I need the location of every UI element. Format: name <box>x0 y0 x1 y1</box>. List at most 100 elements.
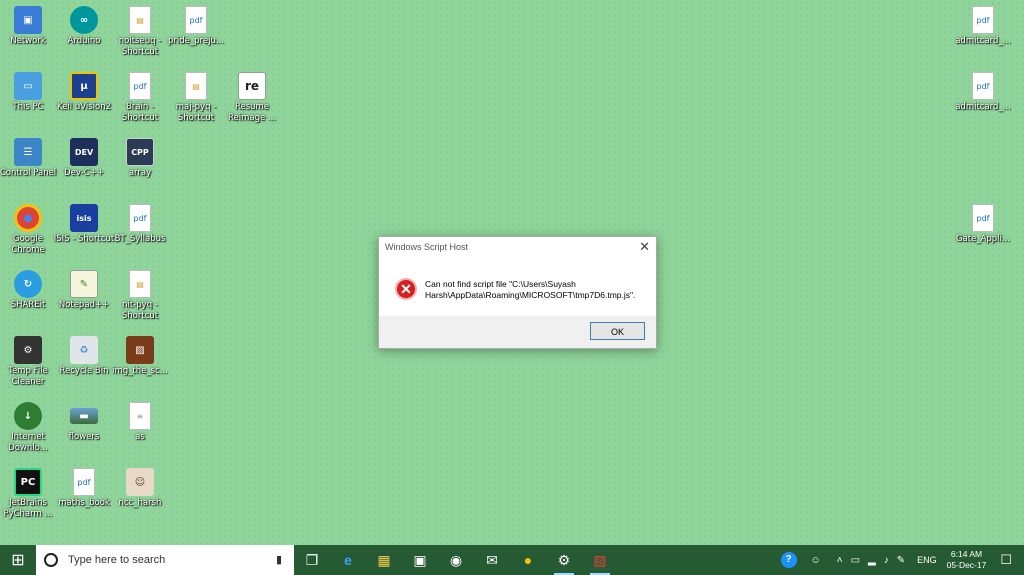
start-button[interactable]: ⊞ <box>0 545 36 575</box>
microphone-icon[interactable]: ▮ <box>276 553 282 566</box>
pdf-file-icon: pdf <box>972 6 994 34</box>
text-file-icon: ≡ <box>129 402 151 430</box>
taskbar-app-file-explorer[interactable]: ▦ <box>366 545 402 575</box>
desktop-icon-pride-prejudice[interactable]: pdf pride_preju... <box>165 6 227 47</box>
dialog-body: ✕ Can not find script file "C:\Users\Suy… <box>379 259 656 317</box>
task-view-button[interactable]: ❐ <box>294 545 330 575</box>
dialog-message: Can not find script file "C:\Users\Suyas… <box>425 279 636 300</box>
desktop-icon-temp-file-cleaner[interactable]: ⚙ Temp File Cleaner <box>0 336 59 388</box>
desktop-icon-internet-download-manager[interactable]: ↓ Internet Downlo... <box>0 402 59 454</box>
script-host-icon: ▧ <box>593 551 607 568</box>
notepad-plus-plus-icon: ✎ <box>70 270 98 298</box>
clock-date: 05-Dec-17 <box>946 560 987 570</box>
system-tray: ? ☺ ˄ ▭ ▂ ♪ ✎ ENG 6:14 AM 05-Dec-17 ☐ <box>777 545 1024 575</box>
desktop-icon-google-chrome[interactable]: ● Google Chrome <box>0 204 59 256</box>
taskbar-app-settings[interactable]: ⚙ <box>546 545 582 575</box>
desktop-icon-label: Dev-C++ <box>64 168 104 178</box>
clock[interactable]: 6:14 AM 05-Dec-17 <box>947 549 987 571</box>
desktop-icon-label: Google Chrome <box>11 234 45 255</box>
desktop-icon-label: noitseuq - Shortcut <box>118 36 162 57</box>
desktop-icon-notepad-plus-plus[interactable]: ✎ Notepad++ <box>53 270 115 311</box>
desktop-icon-label: SHAREit <box>10 300 46 310</box>
close-icon[interactable]: ✕ <box>639 239 650 255</box>
folder-shortcut-icon: ▤ <box>185 72 207 100</box>
desktop-icon-label: Control Panel <box>0 168 57 178</box>
dev-cpp-icon: DEV <box>70 138 98 166</box>
desktop-icon-label: pride_preju... <box>168 36 224 46</box>
taskbar: ⊞ Type here to search ▮ ❐ e ▦ ▣ ◉ ✉ ● ⚙ … <box>0 545 1024 575</box>
desktop-icon-isis[interactable]: isis ISIS - Shortcut <box>53 204 115 245</box>
pdf-file-icon: pdf <box>129 204 151 232</box>
desktop-icon-dev-cpp[interactable]: DEV Dev-C++ <box>53 138 115 179</box>
taskbar-app-mail[interactable]: ✉ <box>474 545 510 575</box>
battery-icon[interactable]: ▭ <box>851 555 860 566</box>
desktop-icon-label: maths_book <box>58 498 110 508</box>
taskbar-app-edge[interactable]: e <box>330 545 366 575</box>
desktop-icon-control-panel[interactable]: ☰ Control Panel <box>0 138 59 179</box>
desktop-icon-array[interactable]: CPP array <box>109 138 171 179</box>
desktop-icon-label: admitcard_... <box>955 36 1011 46</box>
desktop-icon-label: Internet Downlo... <box>8 432 48 453</box>
reimage-icon: re <box>238 72 266 100</box>
pycharm-icon: PC <box>14 468 42 496</box>
desktop-icon-noitseuq-shortcut[interactable]: ▤ noitseuq - Shortcut <box>109 6 171 58</box>
dialog-footer: OK <box>379 316 656 348</box>
desktop-icon-arduino[interactable]: ∞ Arduino <box>53 6 115 47</box>
notification-icon[interactable]: ☐ <box>1000 552 1012 568</box>
people-icon[interactable]: ☺ <box>811 555 821 566</box>
language-indicator[interactable]: ENG <box>917 555 937 565</box>
recycle-bin-icon: ♻ <box>70 336 98 364</box>
desktop-icon-this-pc[interactable]: ▭ This PC <box>0 72 59 113</box>
desktop-icon-label: Gate_Appli... <box>955 234 1011 244</box>
taskbar-app-media[interactable]: ◉ <box>438 545 474 575</box>
pdf-file-icon: pdf <box>73 468 95 496</box>
cleaner-icon: ⚙ <box>14 336 42 364</box>
desktop-icon-recycle-bin[interactable]: ♻ Recycle Bin <box>53 336 115 377</box>
dialog-titlebar[interactable]: Windows Script Host ✕ <box>379 237 656 259</box>
help-icon[interactable]: ? <box>780 552 797 568</box>
desktop-icon-label: Keil uVision2 <box>57 102 111 112</box>
keil-icon: μ <box>70 72 98 100</box>
network-icon[interactable]: ▂ <box>868 555 876 566</box>
desktop-icon-gate-application[interactable]: pdf Gate_Appli... <box>952 204 1014 245</box>
chevron-up-icon[interactable]: ˄ <box>837 555 843 566</box>
desktop-icon-shareit[interactable]: ↻ SHAREit <box>0 270 59 311</box>
desktop-icon-ncc-harsh[interactable]: ☺ ncc_harsh <box>109 468 171 509</box>
desktop-icon-label: maj-pyq - Shortcut <box>175 102 217 123</box>
desktop-icon-label: Recycle Bin <box>59 366 109 376</box>
desktop-icon-nit-pyq-shortcut[interactable]: ▤ nit-pyq - Shortcut <box>109 270 171 322</box>
desktop-icon-label: admitcard_... <box>955 102 1011 112</box>
desktop-icon-keil[interactable]: μ Keil uVision2 <box>53 72 115 113</box>
desktop-icon-flowers[interactable]: ▬ flowers <box>53 402 115 443</box>
desktop-icon-bt-syllabus[interactable]: pdf BT_Syllabus <box>109 204 171 245</box>
desktop-icon-admitcard-1[interactable]: pdf admitcard_... <box>952 6 1014 47</box>
computer-icon: ▭ <box>14 72 42 100</box>
volume-icon[interactable]: ♪ <box>884 555 889 566</box>
chrome-icon: ● <box>523 552 533 568</box>
taskbar-app-script-host[interactable]: ▧ <box>582 545 618 575</box>
pdf-file-icon: pdf <box>185 6 207 34</box>
ok-button[interactable]: OK <box>590 322 645 340</box>
pdf-shortcut-icon: pdf <box>129 72 151 100</box>
cortana-icon <box>44 553 58 567</box>
desktop-icon-img-the-sc[interactable]: ▨ img_the_sc... <box>109 336 171 377</box>
desktop-icon-label: Brain - Shortcut <box>121 102 159 123</box>
desktop-icon-maj-pyq-shortcut[interactable]: ▤ maj-pyq - Shortcut <box>165 72 227 124</box>
chrome-icon: ● <box>14 204 42 232</box>
clock-time: 6:14 AM <box>950 549 983 559</box>
desktop-icon-label: Notepad++ <box>58 300 110 310</box>
taskbar-app-chrome[interactable]: ● <box>510 545 546 575</box>
desktop-icon-label: This PC <box>12 102 44 112</box>
desktop-icon-pycharm[interactable]: PC JetBrains PyCharm ... <box>0 468 59 520</box>
pdf-file-icon: pdf <box>972 204 994 232</box>
desktop-icon-resume-reimage[interactable]: re Resume Reimage ... <box>221 72 283 124</box>
desktop-icon-maths-book[interactable]: pdf maths_book <box>53 468 115 509</box>
pen-icon[interactable]: ✎ <box>897 555 905 566</box>
desktop-icon-network[interactable]: ▣ Network <box>0 6 59 47</box>
desktop-icon-as[interactable]: ≡ as <box>109 402 171 443</box>
taskbar-app-store[interactable]: ▣ <box>402 545 438 575</box>
desktop-icon-label: JetBrains PyCharm ... <box>3 498 53 519</box>
desktop-icon-admitcard-2[interactable]: pdf admitcard_... <box>952 72 1014 113</box>
search-box[interactable]: Type here to search ▮ <box>36 545 294 575</box>
desktop-icon-brain-shortcut[interactable]: pdf Brain - Shortcut <box>109 72 171 124</box>
